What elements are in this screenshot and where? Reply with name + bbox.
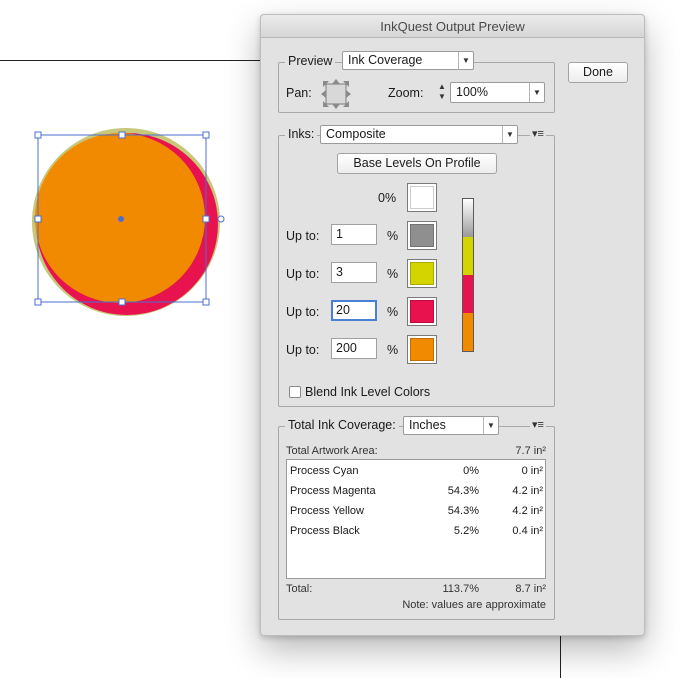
selection-handle[interactable] [202, 298, 210, 306]
scale-segment-yellow [463, 237, 473, 275]
selection-handle[interactable] [118, 131, 126, 139]
panel-menu-icon[interactable]: ▾≡ [530, 128, 546, 140]
zoom-select[interactable]: 100% ▼ [450, 82, 545, 103]
selection-center-point [118, 216, 124, 222]
selection-handle[interactable] [118, 298, 126, 306]
level-2-input[interactable]: 3 [331, 262, 377, 283]
level-3-input[interactable]: 20 [331, 300, 377, 321]
total-percent: 113.7% [442, 583, 480, 595]
coverage-unit-select[interactable]: Inches ▼ [403, 416, 499, 435]
level-4-label: Up to: [286, 343, 320, 357]
total-area: 8.7 in² [515, 583, 546, 595]
done-button[interactable]: Done [568, 62, 628, 83]
zoom-label: Zoom: [388, 86, 424, 100]
pan-arrows-icon[interactable] [320, 78, 352, 110]
table-row[interactable]: Process Black 5.2% 0.4 in² [287, 521, 545, 541]
level-1-input[interactable]: 1 [331, 224, 377, 245]
artwork-area-value: 7.7 in² [515, 445, 546, 457]
panel-menu-icon[interactable]: ▾≡ [530, 419, 546, 431]
scale-segment-orange [463, 313, 473, 351]
ink-percent: 54.3% [447, 485, 479, 497]
level-2-swatch[interactable] [407, 259, 437, 288]
ink-name: Process Black [290, 525, 360, 537]
table-row[interactable]: Process Yellow 54.3% 4.2 in² [287, 501, 545, 521]
coverage-group-label: Total Ink Coverage: [285, 416, 399, 434]
dialog-title: InkQuest Output Preview [261, 15, 644, 38]
inks-group-label: Inks: [285, 125, 318, 143]
level-4-swatch[interactable] [407, 335, 437, 364]
level-3-unit: % [387, 305, 399, 319]
level-4-swatch-fill [410, 338, 434, 361]
zero-level-swatch-fill [410, 186, 434, 209]
chevron-down-icon: ▼ [483, 417, 498, 434]
level-1-label: Up to: [286, 229, 320, 243]
stepper-up-icon[interactable]: ▲ [435, 82, 449, 92]
level-1-swatch[interactable] [407, 221, 437, 250]
ink-name: Process Yellow [290, 505, 364, 517]
scale-segment-base [463, 199, 473, 237]
zoom-stepper[interactable]: ▲ ▼ [435, 82, 449, 103]
coverage-unit-value: Inches [409, 418, 446, 432]
pan-label: Pan: [286, 86, 312, 100]
ink-area: 0 in² [521, 465, 543, 477]
level-2-swatch-fill [410, 262, 434, 285]
base-levels-on-profile-button[interactable]: Base Levels On Profile [337, 153, 497, 174]
level-2-label: Up to: [286, 267, 320, 281]
preview-mode-value: Ink Coverage [348, 53, 423, 67]
ink-percent: 5.2% [453, 525, 479, 537]
zero-level-swatch[interactable] [407, 183, 437, 212]
inks-select[interactable]: Composite ▼ [320, 125, 518, 144]
output-preview-dialog: InkQuest Output Preview Done Preview Ink… [260, 14, 645, 636]
table-row[interactable]: Process Magenta 54.3% 4.2 in² [287, 481, 545, 501]
ink-area: 0.4 in² [512, 525, 543, 537]
stepper-down-icon[interactable]: ▼ [435, 92, 449, 102]
inks-value: Composite [326, 127, 386, 141]
selection-handle[interactable] [202, 131, 210, 139]
ink-name: Process Magenta [290, 485, 376, 497]
selection-handle[interactable] [34, 131, 42, 139]
ink-percent: 54.3% [447, 505, 479, 517]
ink-area: 4.2 in² [512, 505, 543, 517]
level-1-unit: % [387, 229, 399, 243]
table-row[interactable]: Process Cyan 0% 0 in² [287, 461, 545, 481]
level-4-unit: % [387, 343, 399, 357]
level-3-swatch-fill [410, 300, 434, 323]
approximate-values-note: Note: values are approximate [402, 599, 546, 611]
zoom-value: 100% [456, 85, 488, 99]
selection-handle[interactable] [34, 298, 42, 306]
level-2-unit: % [387, 267, 399, 281]
total-label: Total: [286, 583, 313, 595]
zero-percent-label: 0% [378, 191, 397, 205]
selection-handle[interactable] [202, 215, 210, 223]
ink-name: Process Cyan [290, 465, 359, 477]
preview-group-label: Preview [285, 52, 336, 70]
chevron-down-icon: ▼ [458, 52, 473, 69]
chevron-down-icon: ▼ [529, 83, 544, 102]
artwork-area-label: Total Artwork Area: [286, 445, 378, 457]
ink-level-scale-bar [462, 198, 474, 352]
anchor-point[interactable] [217, 215, 225, 223]
level-3-label: Up to: [286, 305, 320, 319]
ink-coverage-table: Process Cyan 0% 0 in² Process Magenta 54… [286, 459, 546, 579]
level-1-swatch-fill [410, 224, 434, 247]
artboard-edge-line [560, 636, 561, 678]
ink-area: 4.2 in² [512, 485, 543, 497]
blend-ink-level-colors-label: Blend Ink Level Colors [305, 385, 431, 399]
level-4-input[interactable]: 200 [331, 338, 377, 359]
chevron-down-icon: ▼ [502, 126, 517, 143]
artwork-circle-group[interactable] [0, 0, 260, 340]
blend-ink-level-colors-checkbox[interactable] [289, 386, 301, 398]
scale-segment-red [463, 275, 473, 313]
preview-mode-select[interactable]: Ink Coverage ▼ [342, 51, 474, 70]
selection-handle[interactable] [34, 215, 42, 223]
level-3-swatch[interactable] [407, 297, 437, 326]
ink-percent: 0% [463, 465, 479, 477]
